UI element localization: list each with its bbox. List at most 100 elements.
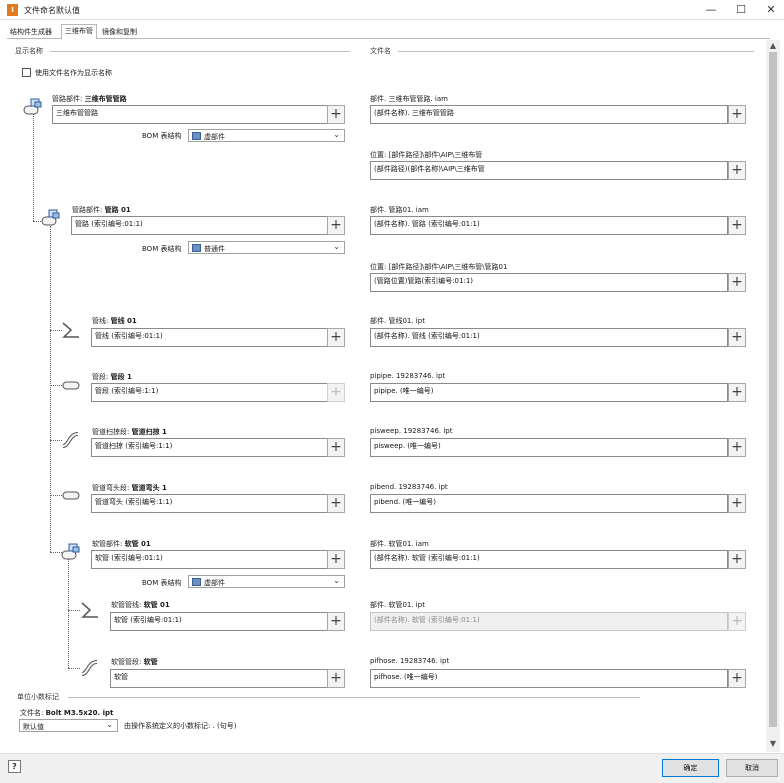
location-field[interactable]: (部件路径)(部件名称)\AIP\三维布管 [370,161,728,180]
window-title: 文件命名默认值 [24,6,80,15]
file-name-label: 部件. 管线01. ipt [370,317,425,325]
pipe-segment-icon [62,381,80,390]
display-name-header: 显示名称 [15,47,43,55]
tree-connector [68,558,69,668]
file-name-field[interactable]: (部件名称). 管线 (索引编号:01:1) [370,328,728,347]
node-label: 管路部件: 三维布管管路 [52,95,127,103]
scroll-down-arrow-icon[interactable]: ▼ [766,738,780,750]
title-bar: I 文件命名默认值 — ☐ ✕ [0,0,784,20]
display-name-field[interactable]: 管道弯头 (索引编号:1:1) [91,494,328,513]
cancel-button[interactable]: 取消 [726,759,778,777]
tab-divider [7,38,770,39]
node-label: 软管部件: 软管 01 [92,540,151,548]
tab-mirror-copy[interactable]: 镜像和复制 [99,26,140,38]
scroll-thumb[interactable] [769,52,777,727]
decimal-marker-select[interactable]: 默认值 ⌄ [19,719,118,732]
add-token-button[interactable]: + [327,328,345,347]
add-token-button[interactable]: + [728,669,746,688]
add-token-button[interactable]: + [327,105,345,124]
display-name-field[interactable]: 管线 (索引编号:01:1) [91,328,328,347]
chevron-down-icon: ⌄ [333,242,340,251]
tab-tube-and-pipe[interactable]: 三维布管 [61,24,97,39]
add-token-button[interactable]: + [728,105,746,124]
bom-phantom-icon [192,132,201,140]
file-name-field[interactable]: pipipe. (唯一编号) [370,383,728,402]
file-name-field[interactable]: (部件名称). 三维布管管路 [370,105,728,124]
bom-phantom-icon [192,578,201,586]
file-name-field[interactable]: (部件名称). 管路 (索引编号:01:1) [370,216,728,235]
close-button[interactable]: ✕ [756,0,784,20]
display-name-field[interactable]: 三维布管管路 [52,105,328,124]
file-name-field[interactable]: pibend. (唯一编号) [370,494,728,513]
file-name-field[interactable]: pifhose. (唯一编号) [370,669,728,688]
display-name-field[interactable]: 软管 (索引编号:01:1) [110,612,328,631]
add-token-button[interactable]: + [728,216,746,235]
file-name-header: 文件名 [370,47,391,55]
add-token-button[interactable]: + [728,550,746,569]
vertical-scrollbar[interactable]: ▲ ▼ [766,40,780,752]
bom-structure-label: BOM 表结构 [142,132,182,140]
bom-structure-label: BOM 表结构 [142,245,182,253]
file-name-field[interactable]: pisweep. (唯一编号) [370,438,728,457]
bom-structure-select[interactable]: 虚部件 ⌄ [188,575,345,588]
pipe-sweep-icon [81,660,98,676]
add-token-button[interactable]: + [327,494,345,513]
location-label: 位置: [部件路径]\部件\AIP\三维布管\管路01 [370,263,508,271]
file-name-field[interactable]: (部件名称). 软管 (索引编号:01:1) [370,550,728,569]
display-name-field[interactable]: 管路 (索引编号:01:1) [71,216,328,235]
add-token-button[interactable]: + [728,273,746,292]
display-name-field[interactable]: 管段 (索引编号:1:1) [91,383,328,402]
scroll-up-arrow-icon[interactable]: ▲ [766,40,780,52]
tab-frame-generator[interactable]: 结构件生成器 [7,26,55,38]
maximize-button[interactable]: ☐ [726,0,756,20]
decimal-marker-header: 单位小数标记 [17,693,59,701]
use-filename-checkbox[interactable] [22,68,31,77]
chevron-down-icon: ⌄ [106,720,113,729]
display-name-field[interactable]: 管道扫掠 (索引编号:1:1) [91,438,328,457]
assembly-icon [61,543,80,560]
add-token-button[interactable]: + [728,383,746,402]
add-token-button[interactable]: + [327,550,345,569]
display-name-field[interactable]: 软管 [110,669,328,688]
bom-structure-label: BOM 表结构 [142,579,182,587]
node-label: 管路部件: 管路 01 [72,206,131,214]
file-name-label: 部件. 三维布管管路. iam [370,95,448,103]
file-name-label: pifhose. 19283746. ipt [370,657,450,665]
add-token-button[interactable]: + [327,438,345,457]
bom-structure-select[interactable]: 普通件 ⌄ [188,241,345,254]
os-decimal-note: 由操作系统定义的小数标记: . (句号) [124,722,237,730]
tree-connector [33,113,34,221]
add-token-button[interactable]: + [327,612,345,631]
add-token-button[interactable]: + [728,328,746,347]
file-name-label: pibend. 19283746. ipt [370,483,448,491]
route-icon [81,602,98,618]
add-token-button[interactable]: + [327,383,345,402]
minimize-button[interactable]: — [696,0,726,20]
node-label: 管道弯头段: 管道弯头 1 [92,484,167,492]
file-name-label: pisweep. 19283746. ipt [370,427,453,435]
file-name-label: 部件. 软管01. iam [370,540,429,548]
add-token-button[interactable]: + [728,161,746,180]
pipe-sweep-icon [62,432,79,448]
bom-normal-icon [192,244,201,252]
assembly-icon [41,209,60,226]
add-token-button[interactable]: + [327,216,345,235]
help-button[interactable]: ? [8,760,21,773]
assembly-icon [23,98,42,115]
add-token-button[interactable]: + [728,438,746,457]
location-field[interactable]: (管路位置)管路(索引编号:01:1) [370,273,728,292]
add-token-button[interactable]: + [327,669,345,688]
file-name-label: pipipe. 19283746. ipt [370,372,446,380]
header-divider [50,51,350,52]
dialog-footer: ? 确定 取消 [0,753,784,783]
add-token-button: + [728,612,746,631]
tree-connector [50,226,51,552]
tree-connector [68,610,80,611]
add-token-button[interactable]: + [728,494,746,513]
bom-structure-select[interactable]: 虚部件 ⌄ [188,129,345,142]
ok-button[interactable]: 确定 [662,759,719,777]
node-label: 管段: 管段 1 [92,373,132,381]
display-name-field[interactable]: 软管 (索引编号:01:1) [91,550,328,569]
section-divider [68,697,640,698]
file-name-label: 部件. 软管01. ipt [370,601,425,609]
